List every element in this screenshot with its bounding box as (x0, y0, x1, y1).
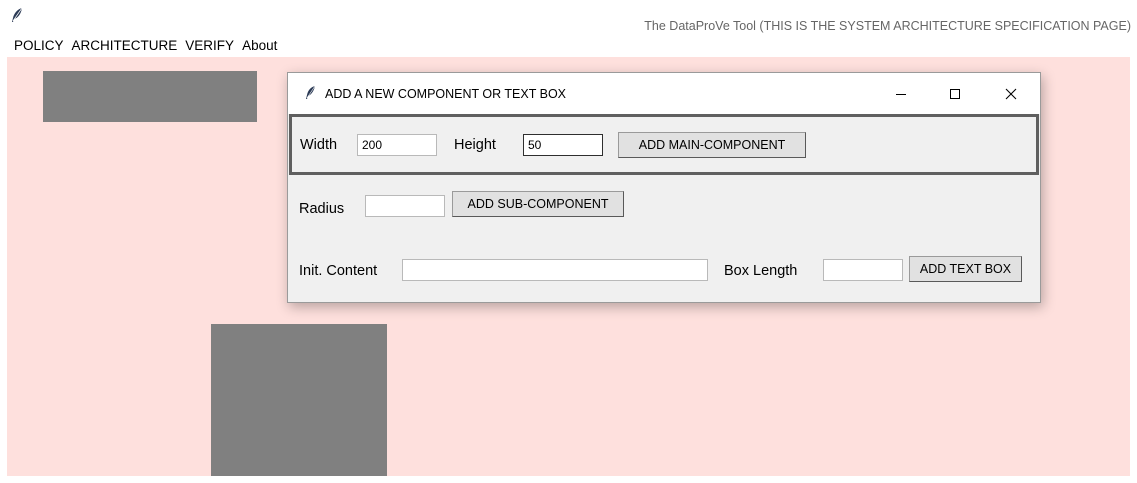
main-window-titlebar: The DataProVe Tool (THIS IS THE SYSTEM A… (0, 0, 1137, 34)
box-length-input[interactable] (823, 259, 903, 281)
dialog-title: ADD A NEW COMPONENT OR TEXT BOX (325, 87, 567, 101)
minimize-icon (896, 93, 906, 95)
menu-policy[interactable]: POLICY (12, 38, 66, 53)
maximize-button[interactable] (932, 73, 978, 114)
add-component-dialog: ADD A NEW COMPONENT OR TEXT BOX Width He… (287, 72, 1041, 303)
close-icon (1005, 88, 1017, 99)
main-component-1[interactable] (43, 71, 257, 122)
menu-about[interactable]: About (240, 38, 279, 53)
height-label: Height (454, 137, 496, 153)
dialog-titlebar[interactable]: ADD A NEW COMPONENT OR TEXT BOX (288, 73, 1040, 114)
maximize-icon (950, 88, 960, 99)
width-input[interactable] (357, 134, 437, 156)
add-main-component-button[interactable]: ADD MAIN-COMPONENT (618, 132, 806, 158)
main-component-2[interactable] (211, 324, 387, 476)
window-title: The DataProVe Tool (THIS IS THE SYSTEM A… (644, 19, 1131, 33)
add-sub-component-button[interactable]: ADD SUB-COMPONENT (452, 191, 624, 217)
radius-input[interactable] (365, 195, 445, 217)
main-component-frame: Width Height ADD MAIN-COMPONENT (289, 114, 1039, 175)
menu-architecture[interactable]: ARCHITECTURE (70, 38, 180, 53)
menu-verify[interactable]: VERIFY (183, 38, 236, 53)
feather-icon (12, 7, 23, 22)
close-button[interactable] (988, 73, 1034, 114)
box-length-label: Box Length (724, 263, 798, 279)
init-content-input[interactable] (402, 259, 708, 281)
width-label: Width (300, 137, 338, 153)
menu-bar: POLICY ARCHITECTURE VERIFY About (0, 34, 1137, 56)
radius-label: Radius (299, 201, 345, 217)
height-input[interactable] (523, 134, 603, 156)
minimize-button[interactable] (878, 73, 924, 114)
init-content-label: Init. Content (299, 263, 378, 279)
feather-icon (306, 85, 316, 99)
add-text-box-button[interactable]: ADD TEXT BOX (909, 256, 1022, 282)
